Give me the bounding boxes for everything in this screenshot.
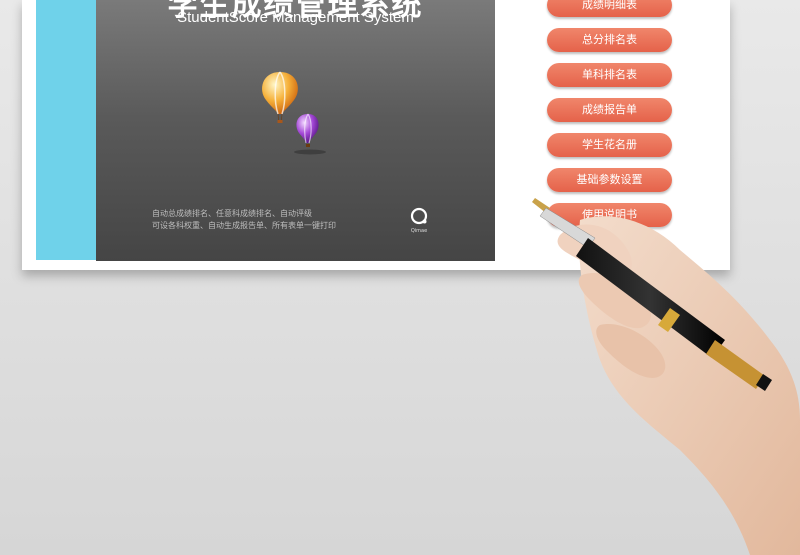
balloons-illustration — [262, 71, 326, 155]
menu-button-student-roster[interactable]: 学生花名册 — [547, 133, 672, 157]
menu-button-subject-rank[interactable]: 单科排名表 — [547, 63, 672, 87]
menu-button-basic-settings[interactable]: 基础参数设置 — [547, 168, 672, 192]
menu-button-score-detail[interactable]: 成绩明细表 — [547, 0, 672, 17]
hand-holding-pen-illustration — [532, 198, 800, 555]
q-logo-icon — [410, 207, 428, 225]
logo-text: Qimae — [410, 228, 428, 234]
menu-button-total-rank[interactable]: 总分排名表 — [547, 28, 672, 52]
title-panel: 学生成绩管理系统 StudentScore Management System — [96, 0, 495, 261]
feature-description: 自动总成绩排名、任意科成绩排名、自动评级 可设各科权重、自动生成报告单、所有表单… — [152, 208, 412, 232]
app-subtitle: StudentScore Management System — [177, 9, 414, 26]
brand-logo: Qimae — [408, 206, 430, 234]
purple-balloon-icon — [294, 113, 326, 155]
menu-button-report-card[interactable]: 成绩报告单 — [547, 98, 672, 122]
feature-line-2: 可设各科权重、自动生成报告单、所有表单一键打印 — [152, 221, 336, 230]
feature-line-1: 自动总成绩排名、任意科成绩排名、自动评级 — [152, 209, 312, 218]
orange-balloon-icon — [262, 71, 298, 123]
